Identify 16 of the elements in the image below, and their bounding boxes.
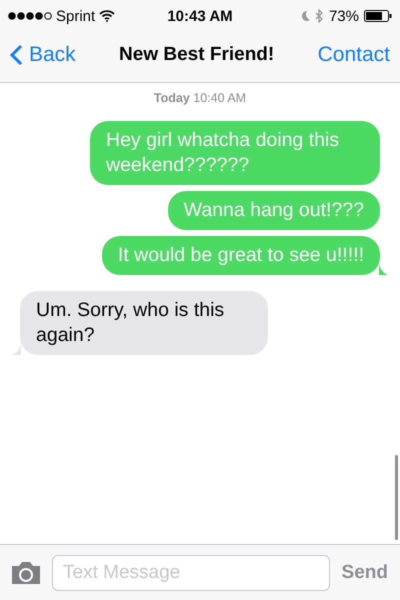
conversation-title: New Best Friend! [119,44,274,66]
signal-icon [8,12,52,20]
chevron-left-icon [10,44,23,66]
contact-button[interactable]: Contact [318,43,390,67]
bluetooth-icon [314,9,324,23]
sent-message-bubble: Wanna hang out!??? [168,191,380,230]
camera-icon[interactable] [10,560,42,584]
carrier-name: Sprint [56,8,96,24]
battery-icon [364,10,392,22]
clock-time: 10:43 AM [167,8,233,24]
sent-message-bubble: Hey girl whatcha doing this weekend?????? [90,121,380,185]
wifi-icon [99,10,116,22]
battery-percent: 73% [328,8,359,24]
moon-icon [300,10,310,22]
message-timestamp: Today 10:40 AM [154,91,246,105]
back-button[interactable]: Back [10,43,76,67]
